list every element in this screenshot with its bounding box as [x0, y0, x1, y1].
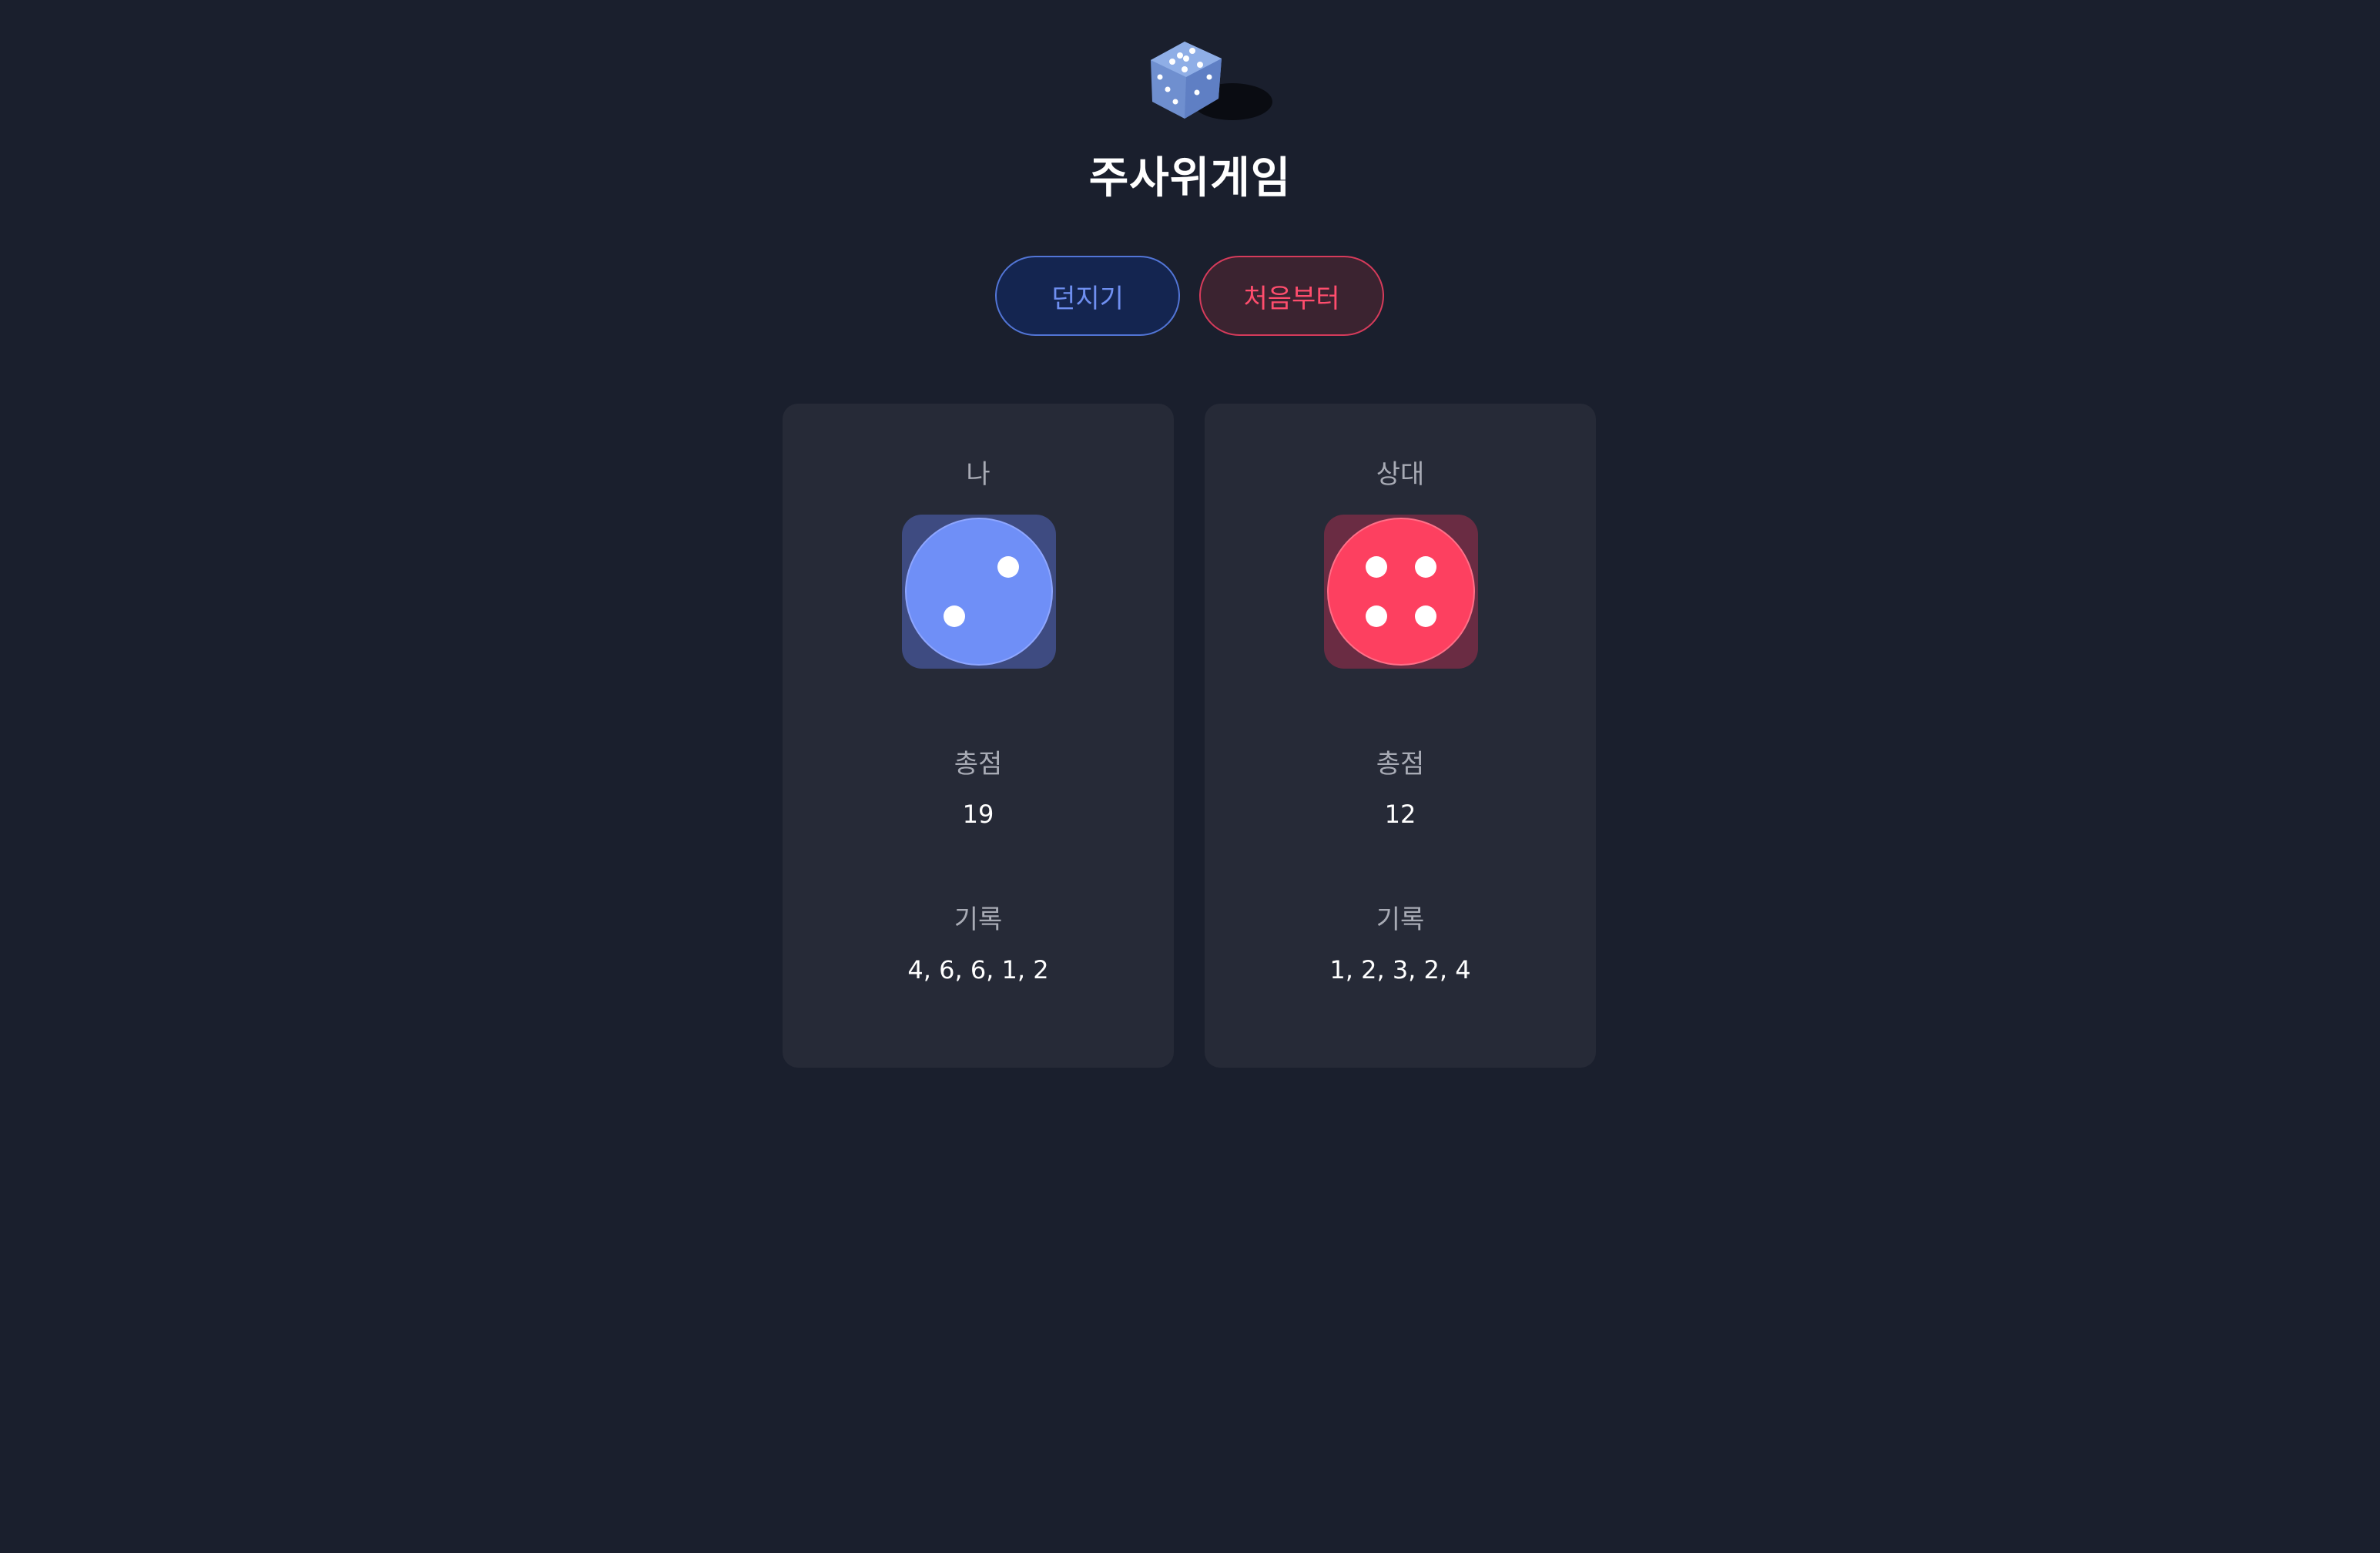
total-value: 19	[962, 800, 994, 829]
history-label: 기록	[1376, 904, 1425, 935]
total-value: 12	[1384, 800, 1416, 829]
player-card-me: 나 총점 19 기록 4, 6, 6, 1, 2	[783, 404, 1174, 1068]
die-pip	[1366, 605, 1388, 627]
die-frame	[902, 515, 1056, 669]
roll-button[interactable]: 던지기	[995, 256, 1180, 336]
die-pip	[1414, 605, 1436, 627]
player-label: 상대	[1376, 459, 1425, 490]
history-value: 4, 6, 6, 1, 2	[907, 955, 1049, 984]
die-pip	[1366, 556, 1388, 579]
die-face	[1327, 518, 1475, 666]
player-card-opponent: 상대 총점 12 기록 1, 2, 3, 2, 4	[1205, 404, 1596, 1068]
total-label: 총점	[954, 749, 1003, 780]
die-frame	[1324, 515, 1478, 669]
history-label: 기록	[954, 904, 1003, 935]
die-pip	[944, 605, 966, 627]
game-page: 주사위게임 던지기 처음부터 나 총점 19 기록 4, 6, 6, 1, 2 …	[0, 0, 2380, 1553]
reset-button[interactable]: 처음부터	[1199, 256, 1384, 336]
total-label: 총점	[1376, 749, 1425, 780]
history-value: 1, 2, 3, 2, 4	[1329, 955, 1471, 984]
dice-icon	[1151, 42, 1272, 120]
die-pip	[997, 556, 1019, 579]
die-face	[905, 518, 1053, 666]
die-pip	[1414, 556, 1436, 579]
game-title: 주사위게임	[1088, 153, 1292, 203]
player-label: 나	[966, 459, 991, 490]
